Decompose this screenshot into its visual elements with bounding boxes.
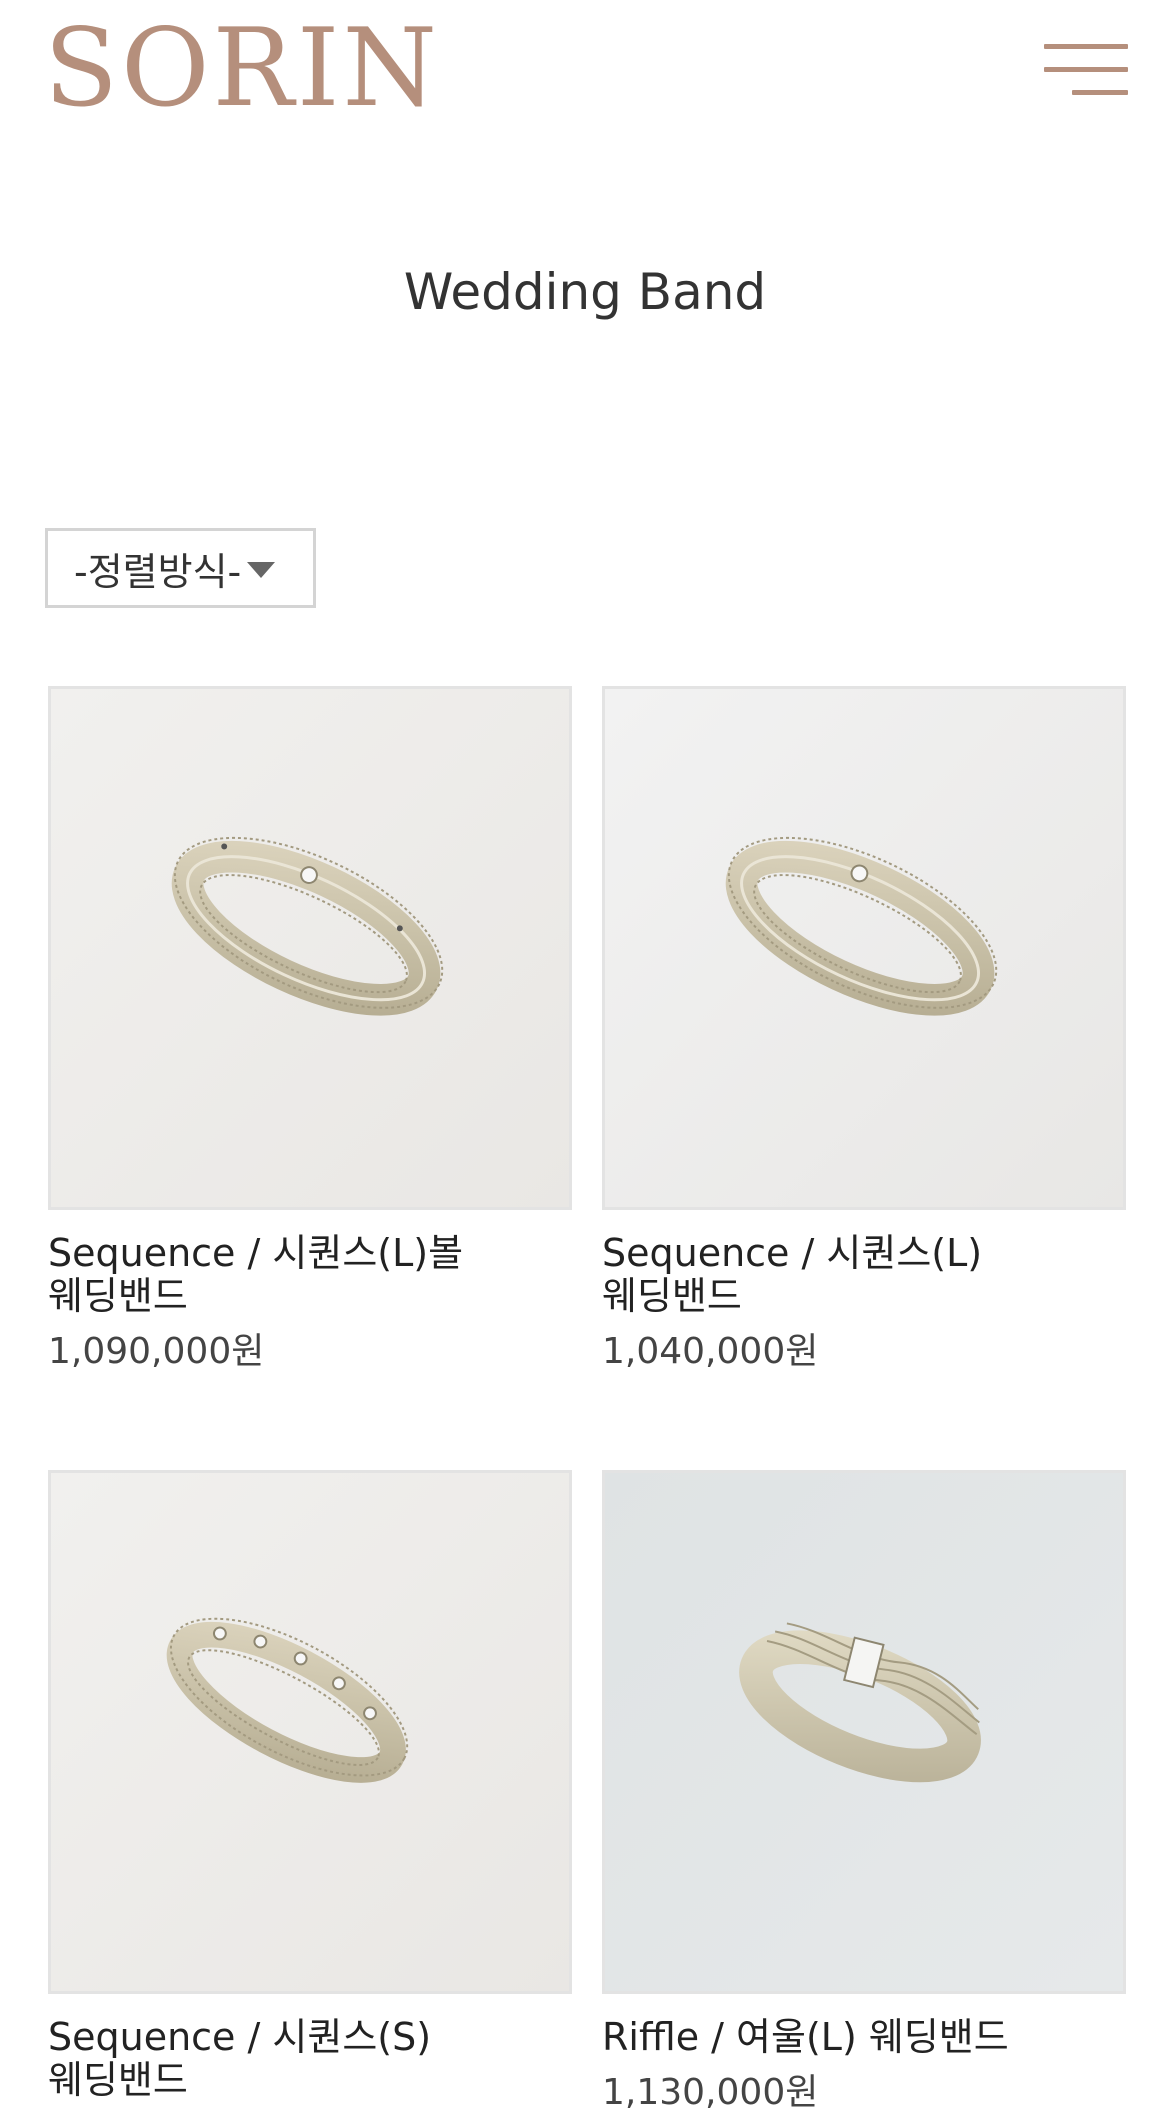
ring-image [51, 1473, 569, 1991]
product-image[interactable] [602, 686, 1126, 1210]
page-title: Wedding Band [403, 263, 767, 321]
menu-line [1044, 67, 1128, 72]
product-price: 1,040,000원 [602, 1331, 819, 1372]
product-name[interactable]: Sequence / 시퀀스(S) 웨딩밴드 [48, 2016, 548, 2102]
product-image[interactable] [602, 1470, 1126, 1994]
product-price: 1,090,000원 [48, 1331, 265, 1372]
product-card[interactable]: Sequence / 시퀀스(L) 웨딩밴드 1,040,000원 [602, 686, 1126, 1374]
product-image[interactable] [48, 686, 572, 1210]
product-card[interactable]: Sequence / 시퀀스(L)볼 웨딩밴드 1,090,000원 [48, 686, 572, 1374]
hamburger-menu-icon[interactable] [1036, 40, 1128, 102]
menu-line [1072, 90, 1128, 95]
product-name[interactable]: Sequence / 시퀀스(L)볼 웨딩밴드 [48, 1232, 548, 1318]
product-name[interactable]: Sequence / 시퀀스(L) 웨딩밴드 [602, 1232, 1102, 1318]
product-price: 1,130,000원 [602, 2072, 819, 2113]
ring-image [605, 1473, 1123, 1991]
sort-label: -정렬방식- [74, 549, 242, 594]
logo[interactable]: SORIN [44, 6, 440, 132]
menu-line [1044, 44, 1128, 49]
product-card[interactable]: Sequence / 시퀀스(S) 웨딩밴드 [48, 1470, 572, 2114]
product-name[interactable]: Riffle / 여울(L) 웨딩밴드 [602, 2016, 1102, 2059]
header: SORIN [0, 0, 1170, 140]
sort-select[interactable]: -정렬방식- [45, 528, 316, 608]
dropdown-arrow-icon [247, 562, 276, 578]
ring-image [605, 689, 1123, 1207]
ring-image [51, 689, 569, 1207]
product-card[interactable]: Riffle / 여울(L) 웨딩밴드 1,130,000원 [602, 1470, 1126, 2115]
product-image[interactable] [48, 1470, 572, 1994]
